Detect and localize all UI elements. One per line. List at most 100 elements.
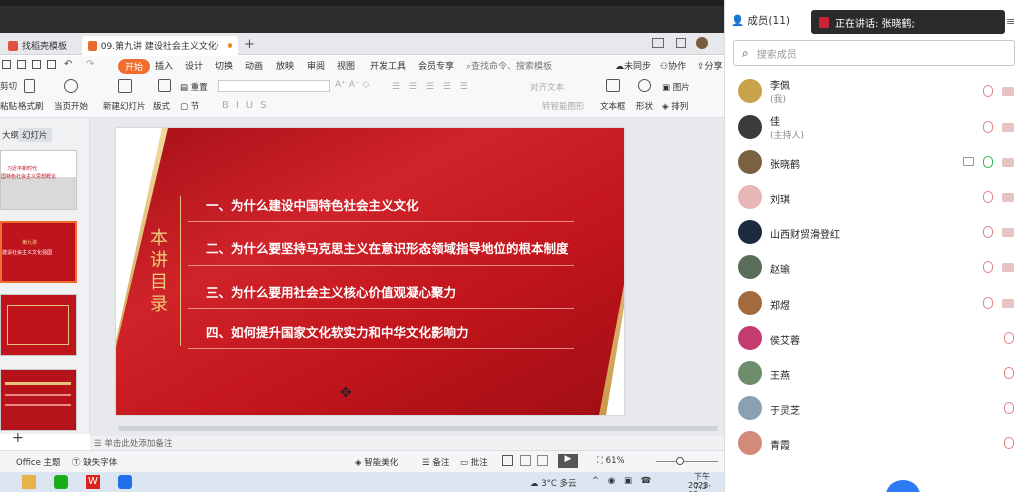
outline-tab[interactable]: 大纲 [2, 129, 19, 141]
mic-muted-icon[interactable] [983, 297, 993, 309]
mic-active-icon[interactable] [983, 156, 993, 168]
camera-off-icon[interactable] [1002, 158, 1014, 167]
member-row[interactable]: 佳 (主持人) [725, 110, 1024, 145]
mic-muted-icon[interactable] [1004, 437, 1014, 449]
member-row[interactable]: 赵瑜 [725, 250, 1024, 285]
zoom-slider-thumb[interactable] [676, 457, 684, 465]
new-tab-plus-icon[interactable]: + [244, 37, 255, 52]
mic-muted-icon[interactable] [983, 121, 993, 133]
member-row[interactable]: 侯艾蓉 [725, 321, 1024, 356]
font-style-buttons[interactable]: BIUS [222, 100, 273, 111]
cut-button[interactable]: 剪切 [0, 80, 17, 92]
screen-share-icon[interactable] [963, 157, 974, 166]
camera-off-icon[interactable] [1002, 299, 1014, 308]
layout-icon[interactable] [652, 38, 664, 48]
menu-developer[interactable]: 开发工具 [370, 59, 406, 72]
preview-icon[interactable] [47, 60, 56, 69]
menu-view[interactable]: 视图 [337, 59, 355, 72]
meeting-app-icon[interactable] [118, 475, 132, 489]
smart-beautify-button[interactable]: ◈ 智能美化 [355, 456, 398, 468]
member-search-input[interactable]: ⌕ 搜索成员 [733, 40, 1015, 66]
member-row[interactable]: 张晓鹤 [725, 145, 1024, 180]
print-icon[interactable] [32, 60, 41, 69]
theme-name[interactable]: Office 主题 [16, 456, 61, 468]
current-slide[interactable]: 本讲目录 一、为什么建设中国特色社会主义文化 二、为什么要坚持马克思主义在意识形… [116, 128, 624, 415]
paste-button[interactable]: 粘贴 [0, 100, 17, 112]
mic-muted-icon[interactable] [1004, 332, 1014, 344]
user-avatar[interactable] [696, 37, 708, 49]
menu-review[interactable]: 审阅 [307, 59, 325, 72]
shape-button[interactable]: 形状 [636, 100, 653, 112]
mic-muted-icon[interactable] [983, 85, 993, 97]
reset-button[interactable]: ▤ 重置 [180, 81, 208, 93]
member-row[interactable]: 王燕 [725, 356, 1024, 391]
member-row[interactable]: 郑煜 [725, 286, 1024, 321]
menu-icon[interactable]: ≡ [1006, 15, 1015, 28]
slide-thumbnail-3[interactable] [0, 294, 77, 356]
mic-muted-icon[interactable] [983, 226, 993, 238]
arrange-button[interactable]: ◈ 排列 [662, 100, 688, 112]
paragraph-buttons[interactable]: ☰ ☰ ☰ ☰ ☰ [392, 82, 471, 92]
slide-thumbnail-4[interactable] [0, 369, 77, 431]
tray-icons[interactable]: ^ ◉ ▣ ☎ [592, 476, 654, 486]
zoom-level[interactable]: ⛶ 61% [597, 456, 625, 466]
menu-member[interactable]: 会员专享 [418, 59, 454, 72]
camera-off-icon[interactable] [1002, 123, 1014, 132]
mic-muted-icon[interactable] [1004, 402, 1014, 414]
zoom-slider[interactable] [656, 461, 718, 462]
member-row[interactable]: 山西财贸滑登红 [725, 215, 1024, 250]
notes-bar[interactable]: ☰ 单击此处添加备注 [90, 436, 724, 450]
play-slideshow-icon[interactable]: ▶ [558, 454, 578, 468]
menu-animation[interactable]: 动画 [245, 59, 263, 72]
share-button[interactable]: ⇪分享 [697, 59, 723, 72]
camera-off-icon[interactable] [1002, 228, 1014, 237]
tab-current-document[interactable]: 09.第九讲 建设社会主义文化强国 [82, 36, 238, 55]
convert-smartart-button[interactable]: 转智能图形 [542, 100, 585, 112]
command-search[interactable]: ⌕查找命令、搜索模板 [466, 59, 552, 72]
start-current-button[interactable]: 当页开始 [54, 100, 88, 112]
textbox-button[interactable]: 文本框 [600, 100, 626, 112]
new-slide-button[interactable]: 新建幻灯片 [103, 100, 146, 112]
add-slide-icon[interactable]: + [12, 430, 24, 446]
member-row[interactable]: 刘琪 [725, 180, 1024, 215]
notes-toggle[interactable]: ☰ 备注 [422, 456, 449, 468]
horizontal-scrollbar[interactable] [118, 426, 718, 431]
wps-icon[interactable]: W [86, 475, 100, 489]
menu-transition[interactable]: 切换 [215, 59, 233, 72]
layout-button[interactable]: 版式 [153, 100, 170, 112]
grid-icon[interactable] [676, 38, 686, 48]
undo-icon[interactable]: ↶ [64, 59, 72, 70]
camera-off-icon[interactable] [1002, 263, 1014, 272]
wechat-icon[interactable] [54, 475, 68, 489]
format-painter-button[interactable]: 格式刷 [18, 100, 44, 112]
member-row[interactable]: 于灵芝 [725, 391, 1024, 426]
camera-off-icon[interactable] [1002, 193, 1014, 202]
section-button[interactable]: ▢ 节 [180, 100, 199, 112]
normal-view-icon[interactable] [502, 455, 513, 466]
slide-thumbnail-1[interactable]: 习近平新时代 国特色社会主义思想概论 [0, 150, 77, 210]
collaborate-button[interactable]: ⚇协作 [660, 59, 686, 72]
picture-button[interactable]: ▣ 图片 [662, 81, 690, 93]
slide-thumbnail-2[interactable]: 第九讲 建设社会主义文化强国 [0, 221, 77, 283]
missing-font-button[interactable]: Ⓣ 缺失字体 [72, 456, 117, 468]
save-icon[interactable] [17, 60, 26, 69]
file-icon[interactable] [2, 60, 11, 69]
sync-status[interactable]: ☁未同步 [615, 59, 651, 72]
member-row[interactable]: 青霞 [725, 426, 1024, 461]
weather-widget[interactable]: ☁ 3°C 多云 [530, 477, 577, 489]
mic-muted-icon[interactable] [983, 191, 993, 203]
file-explorer-icon[interactable] [22, 475, 36, 489]
menu-slideshow[interactable]: 放映 [276, 59, 294, 72]
sorter-view-icon[interactable] [520, 455, 531, 466]
align-text-button[interactable]: 对齐文本 [530, 81, 564, 93]
font-name-select[interactable] [218, 80, 330, 92]
slides-tab[interactable]: 幻灯片 [18, 128, 52, 142]
comments-toggle[interactable]: ▭ 批注 [460, 456, 488, 468]
mic-muted-icon[interactable] [1004, 367, 1014, 379]
redo-icon[interactable]: ↷ [86, 59, 94, 70]
mic-muted-icon[interactable] [983, 261, 993, 273]
menu-insert[interactable]: 插入 [155, 59, 173, 72]
font-size-buttons[interactable]: A⁺ A⁻ ◇ [335, 80, 369, 90]
tab-template-store[interactable]: 找稻壳模板 [2, 36, 73, 55]
member-row[interactable]: 李佩 (我) [725, 74, 1024, 109]
